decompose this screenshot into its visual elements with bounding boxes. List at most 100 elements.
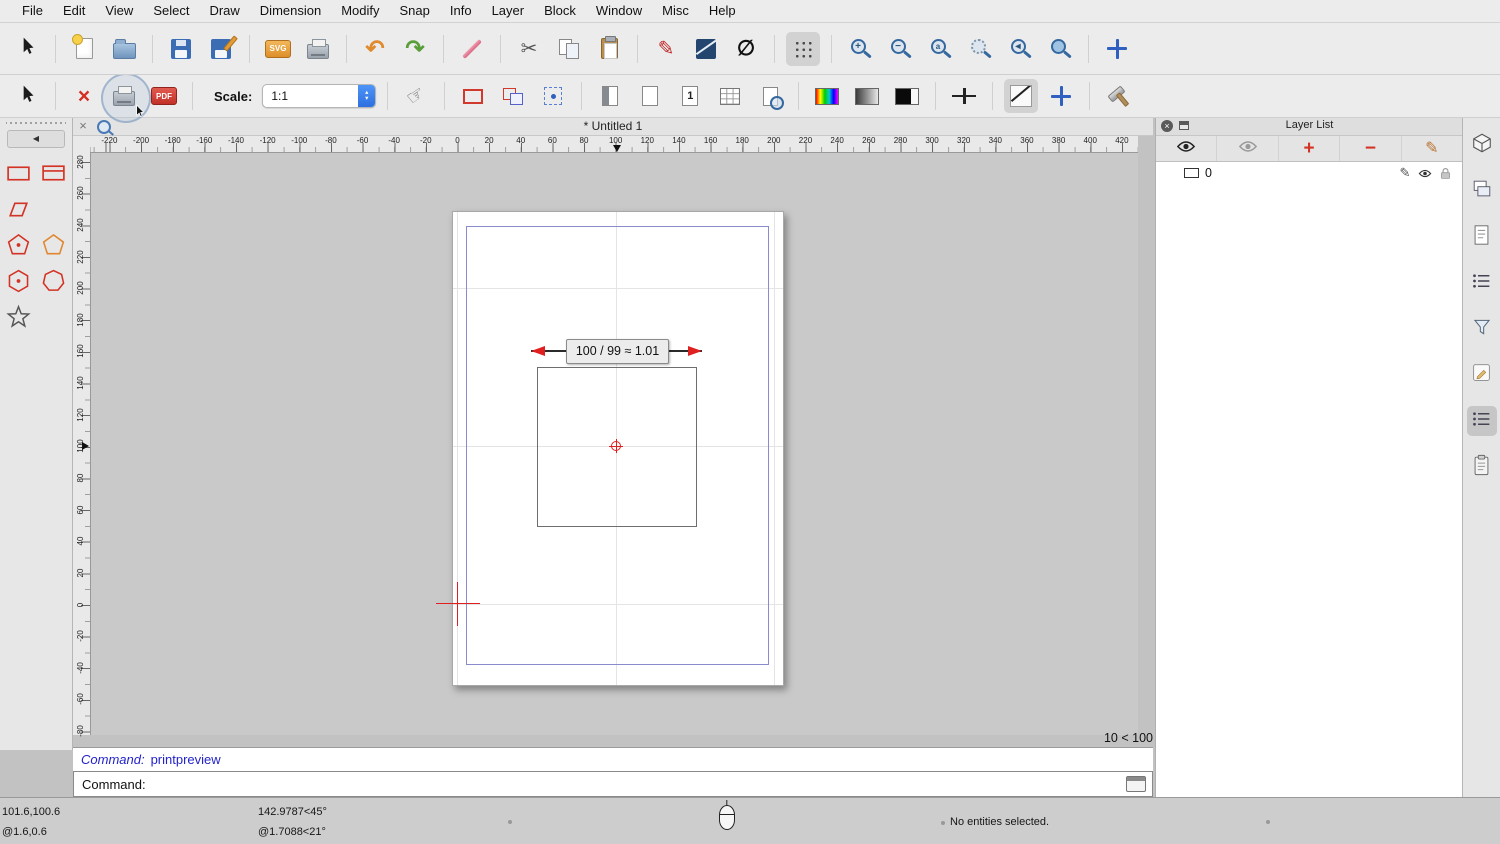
print-preview-button[interactable] <box>107 79 141 113</box>
star-tool[interactable] <box>3 302 34 333</box>
blank-page-button-icon <box>642 86 658 106</box>
center-to-page-button[interactable] <box>536 79 570 113</box>
hide-all-layers-button[interactable] <box>1217 136 1278 161</box>
rectangle-band-tool[interactable] <box>38 158 69 189</box>
remove-layer-button[interactable]: − <box>1340 136 1401 161</box>
hexagon-center-tool[interactable] <box>3 266 34 297</box>
no-fill-button[interactable]: ∅ <box>729 32 763 66</box>
dimension-label[interactable]: 100 / 99 ≈ 1.01 <box>566 339 669 364</box>
rectangle-tool[interactable] <box>3 158 34 189</box>
sheet-button[interactable] <box>1467 222 1497 252</box>
zoom-redraw-button[interactable] <box>963 32 997 66</box>
scale-select[interactable]: 1:1▴▾ <box>262 84 376 108</box>
zoom-page-button[interactable] <box>753 79 787 113</box>
center-point-marker[interactable] <box>611 441 621 451</box>
menu-misc[interactable]: Misc <box>652 0 699 22</box>
blank-page-button[interactable] <box>633 79 667 113</box>
layer-list-button[interactable] <box>1467 406 1497 436</box>
zoom-previous-button[interactable] <box>1003 32 1037 66</box>
paste-button[interactable] <box>592 32 626 66</box>
select-stepper-icon[interactable]: ▴▾ <box>358 85 375 107</box>
isometric-view-button[interactable] <box>1467 130 1497 160</box>
multi-pages-button[interactable] <box>496 79 530 113</box>
menu-layer[interactable]: Layer <box>482 0 535 22</box>
cut-button[interactable]: ✂ <box>512 32 546 66</box>
zoom-out-button[interactable] <box>883 32 917 66</box>
ruler-label: 160 <box>75 342 87 360</box>
zoom-in-button[interactable] <box>843 32 877 66</box>
zoom-pan-button[interactable] <box>1100 32 1134 66</box>
pen-attributes-button[interactable]: ✎ <box>649 32 683 66</box>
redo-button[interactable]: ↷ <box>398 32 432 66</box>
color-print-button[interactable] <box>810 79 844 113</box>
menu-info[interactable]: Info <box>440 0 482 22</box>
menu-dimension[interactable]: Dimension <box>250 0 331 22</box>
fit-page-button[interactable] <box>593 79 627 113</box>
snap-grid-button[interactable] <box>786 32 820 66</box>
entity-attributes-button[interactable] <box>689 32 723 66</box>
layer-row[interactable]: 0✎ <box>1156 162 1463 184</box>
menu-file[interactable]: File <box>12 0 53 22</box>
parallelogram-tool[interactable] <box>3 194 34 225</box>
close-print-preview-button[interactable]: × <box>67 79 101 113</box>
block-list-button[interactable] <box>1467 176 1497 206</box>
line-settings-button[interactable] <box>1004 79 1038 113</box>
menu-view[interactable]: View <box>95 0 143 22</box>
export-svg-button[interactable] <box>261 32 295 66</box>
console-toggle-icon[interactable] <box>1126 776 1146 792</box>
palette-drag-handle[interactable] <box>6 120 66 126</box>
layer-edit-icon[interactable]: ✎ <box>1395 165 1415 181</box>
layer-lock-icon[interactable] <box>1435 165 1455 181</box>
annotate-button[interactable] <box>1467 360 1497 390</box>
delete-button[interactable] <box>455 32 489 66</box>
copy-button[interactable] <box>552 32 586 66</box>
menu-draw[interactable]: Draw <box>199 0 249 22</box>
menu-select[interactable]: Select <box>143 0 199 22</box>
layer-visibility-icon[interactable] <box>1415 165 1435 181</box>
filter-button[interactable] <box>1467 314 1497 344</box>
layer-panel-header: × Layer List <box>1156 118 1463 136</box>
menu-modify[interactable]: Modify <box>331 0 389 22</box>
menu-window[interactable]: Window <box>586 0 652 22</box>
paper-borders-button[interactable] <box>456 79 490 113</box>
menu-help[interactable]: Help <box>699 0 746 22</box>
menu-edit[interactable]: Edit <box>53 0 95 22</box>
page-grid-button[interactable] <box>713 79 747 113</box>
blackwhite-print-button[interactable] <box>890 79 924 113</box>
print-button[interactable] <box>301 32 335 66</box>
crosshair-button[interactable] <box>1044 79 1078 113</box>
add-layer-button[interactable]: + <box>1279 136 1340 161</box>
single-page-button[interactable] <box>673 79 707 113</box>
palette-collapse-button[interactable] <box>7 130 65 148</box>
command-input[interactable]: Command: <box>73 771 1153 797</box>
open-file-button[interactable] <box>107 32 141 66</box>
zoom-auto-button[interactable] <box>923 32 957 66</box>
entity-list-button[interactable] <box>1467 268 1497 298</box>
save-button[interactable] <box>164 32 198 66</box>
edit-layer-button[interactable]: ✎ <box>1402 136 1463 161</box>
show-all-layers-button[interactable] <box>1156 136 1217 161</box>
heptagon-tool[interactable] <box>38 266 69 297</box>
main-toolbar: ↶↷ ✂ ✎ ∅ <box>0 23 1500 75</box>
zoom-window-button[interactable] <box>1043 32 1077 66</box>
preview-pointer-button[interactable] <box>10 79 44 113</box>
pan-hand-button[interactable]: ☞ <box>399 79 433 113</box>
undo-button[interactable]: ↶ <box>358 32 392 66</box>
select-pointer-button[interactable] <box>10 32 44 66</box>
ruler-label: 260 <box>75 184 87 202</box>
drawing-canvas[interactable]: 100 / 99 ≈ 1.01 <box>90 152 1138 735</box>
clipboard-button[interactable] <box>1467 452 1497 482</box>
pentagon-center-tool[interactable] <box>3 230 34 261</box>
paper-borders-button-icon <box>463 89 483 104</box>
new-document-button[interactable] <box>67 32 101 66</box>
palette-tools <box>0 148 72 333</box>
grayscale-print-button[interactable] <box>850 79 884 113</box>
preferences-button[interactable] <box>1101 79 1135 113</box>
export-pdf-button[interactable] <box>147 79 181 113</box>
toolbar-separator <box>444 82 445 110</box>
pentagon-tool[interactable] <box>38 230 69 261</box>
menu-snap[interactable]: Snap <box>390 0 440 22</box>
menu-block[interactable]: Block <box>534 0 586 22</box>
fit-width-button[interactable] <box>947 79 981 113</box>
save-as-button[interactable] <box>204 32 238 66</box>
